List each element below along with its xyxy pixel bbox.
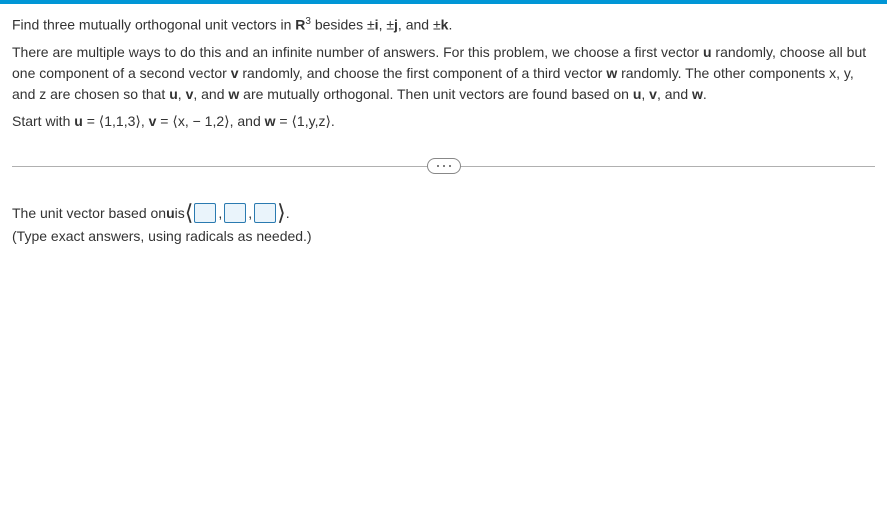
- bracket-open: ⟨: [185, 202, 194, 224]
- comma: ,: [218, 205, 222, 221]
- dot-icon: [443, 165, 445, 167]
- text: .: [703, 86, 707, 102]
- vec-w: w: [265, 113, 276, 129]
- text: besides ±: [311, 17, 375, 33]
- text: , ±: [379, 17, 394, 33]
- text: = ⟨1,y,z⟩.: [276, 113, 335, 129]
- problem-line-1: Find three mutually orthogonal unit vect…: [12, 14, 875, 36]
- bracket-close: ⟩: [277, 202, 286, 224]
- vec-u: u: [703, 44, 712, 60]
- text: are mutually orthogonal. Then unit vecto…: [239, 86, 633, 102]
- text: , and: [193, 86, 228, 102]
- answer-line: The unit vector based on u is ⟨ , , ⟩ .: [12, 202, 875, 224]
- vec-v: v: [649, 86, 657, 102]
- dot-icon: [437, 165, 439, 167]
- dot-icon: [449, 165, 451, 167]
- period: .: [286, 205, 290, 221]
- text: , and ±: [398, 17, 441, 33]
- answer-input-2[interactable]: [224, 203, 246, 223]
- answer-input-1[interactable]: [194, 203, 216, 223]
- text-R: R: [295, 17, 305, 33]
- text: There are multiple ways to do this and a…: [12, 44, 703, 60]
- answer-input-3[interactable]: [254, 203, 276, 223]
- text: = ⟨x, − 1,2⟩, and: [156, 113, 264, 129]
- answer-prompt: The unit vector based on: [12, 205, 166, 221]
- vec-v: v: [231, 65, 239, 81]
- answer-hint: (Type exact answers, using radicals as n…: [12, 228, 875, 244]
- comma: ,: [248, 205, 252, 221]
- text: ,: [178, 86, 186, 102]
- answer-prompt: is: [175, 205, 185, 221]
- text: , and: [657, 86, 692, 102]
- problem-para-3: Start with u = ⟨1,1,3⟩, v = ⟨x, − 1,2⟩, …: [12, 111, 875, 132]
- vec-u: u: [166, 205, 175, 221]
- vec-u: u: [169, 86, 178, 102]
- text: Find three mutually orthogonal unit vect…: [12, 17, 295, 33]
- problem-content: Find three mutually orthogonal unit vect…: [0, 4, 887, 254]
- vec-w: w: [606, 65, 617, 81]
- text: = ⟨1,1,3⟩,: [83, 113, 149, 129]
- vec-w: w: [228, 86, 239, 102]
- text: Start with: [12, 113, 74, 129]
- vec-u: u: [74, 113, 83, 129]
- text: ,: [641, 86, 649, 102]
- text: .: [448, 17, 452, 33]
- text: randomly, and choose the first component…: [239, 65, 607, 81]
- vec-w: w: [692, 86, 703, 102]
- section-divider: [12, 158, 875, 174]
- expand-button[interactable]: [427, 158, 461, 174]
- problem-para-2: There are multiple ways to do this and a…: [12, 42, 875, 105]
